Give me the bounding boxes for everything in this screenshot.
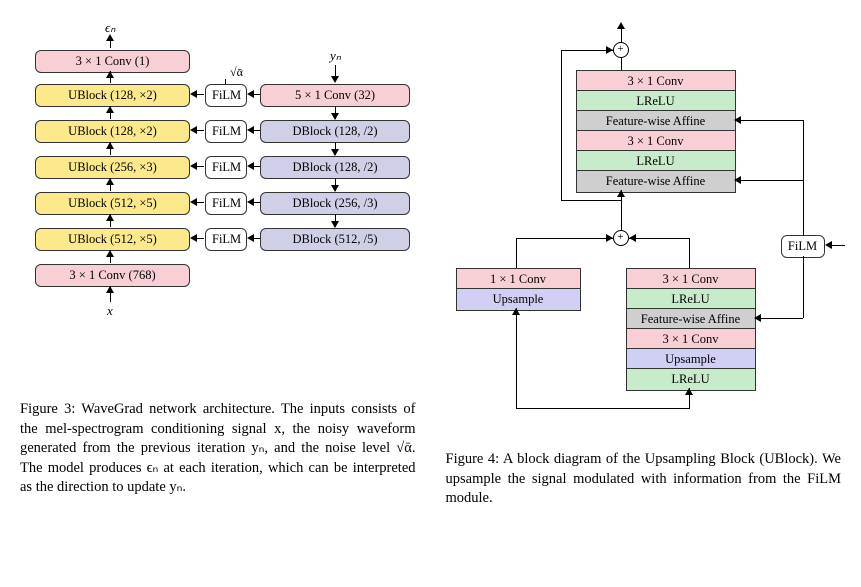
- ublock-2: UBlock (256, ×3): [35, 156, 190, 179]
- ublock-0: UBlock (128, ×2): [35, 84, 190, 107]
- film-2: FiLM: [205, 156, 247, 179]
- adder-mid: +: [613, 230, 629, 246]
- adder-top: +: [613, 42, 629, 58]
- dblock-3: DBlock (512, /5): [260, 228, 410, 251]
- yn-label: yₙ: [330, 48, 341, 64]
- film-4: FiLM: [205, 228, 247, 251]
- conv5x1: 5 × 1 Conv (32): [260, 84, 410, 107]
- fig3-diagram: ϵₙ √ᾱ yₙ 3 × 1 Conv (1) UBlock (128, ×2)…: [20, 20, 416, 390]
- conv-in: 3 × 1 Conv (768): [35, 264, 190, 287]
- conv-out: 3 × 1 Conv (1): [35, 50, 190, 73]
- fig4-caption: Figure 4: A block diagram of the Upsampl…: [446, 450, 842, 509]
- ublock-4: UBlock (512, ×5): [35, 228, 190, 251]
- ublock-3: UBlock (512, ×5): [35, 192, 190, 215]
- x-label: x: [107, 303, 113, 319]
- ts-5: Feature-wise Affine: [576, 170, 736, 193]
- ublock-1: UBlock (128, ×2): [35, 120, 190, 143]
- fig4-diagram: + 3 × 1 Conv LReLU Feature-wise Affine 3…: [446, 20, 842, 440]
- film-box: FiLM: [781, 235, 825, 258]
- dblock-0: DBlock (128, /2): [260, 120, 410, 143]
- sqrt-alpha-label: √ᾱ: [230, 65, 243, 80]
- film-3: FiLM: [205, 192, 247, 215]
- dblock-1: DBlock (128, /2): [260, 156, 410, 179]
- film-1: FiLM: [205, 120, 247, 143]
- fig3-caption: Figure 3: WaveGrad network architecture.…: [20, 400, 416, 498]
- dblock-2: DBlock (256, /3): [260, 192, 410, 215]
- film-0: FiLM: [205, 84, 247, 107]
